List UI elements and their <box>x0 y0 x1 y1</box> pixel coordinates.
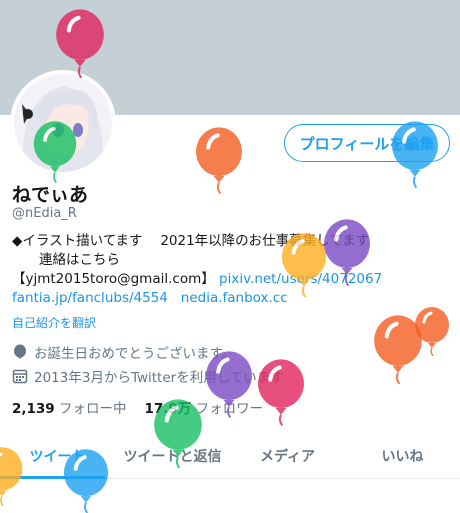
following-label: フォロー中 <box>59 401 127 417</box>
balloon-icon <box>206 351 252 418</box>
balloon-icon <box>56 9 104 78</box>
profile-handle: @nEdia_R <box>12 206 77 221</box>
translate-bio-link[interactable]: 自己紹介を翻訳 <box>12 314 96 331</box>
following-link[interactable]: 2,139 フォロー中 <box>12 397 127 417</box>
balloon-icon <box>415 307 449 356</box>
bio-line-2: 連絡はこちら <box>12 252 120 268</box>
balloon-icon <box>14 344 26 359</box>
balloon-icon <box>196 127 242 194</box>
bio-line-1: ◆イラスト描いてます 2021年以降のお仕事募集してます <box>12 233 370 249</box>
balloon-icon <box>392 121 438 188</box>
balloon-icon <box>63 449 109 513</box>
balloon-icon <box>0 447 23 506</box>
following-count: 2,139 <box>12 401 55 417</box>
tab-media[interactable]: メディア <box>230 434 345 478</box>
bio-email: 【yjmt2015toro@gmail.com】 <box>12 271 215 287</box>
fanbox-link[interactable]: nedia.fanbox.cc <box>181 290 288 306</box>
fantia-link[interactable]: fantia.jp/fanclubs/4554 <box>12 290 168 306</box>
balloon-icon <box>258 359 304 426</box>
balloon-icon <box>324 219 370 286</box>
balloon-icon <box>33 121 77 183</box>
profile-name: ねでぃあ <box>12 184 89 206</box>
profile-bio: ◆イラスト描いてます 2021年以降のお仕事募集してます 連絡はこちら 【yjm… <box>12 232 452 308</box>
tab-likes[interactable]: いいね <box>345 434 460 478</box>
calendar-icon <box>12 369 28 384</box>
balloon-icon <box>154 399 202 468</box>
